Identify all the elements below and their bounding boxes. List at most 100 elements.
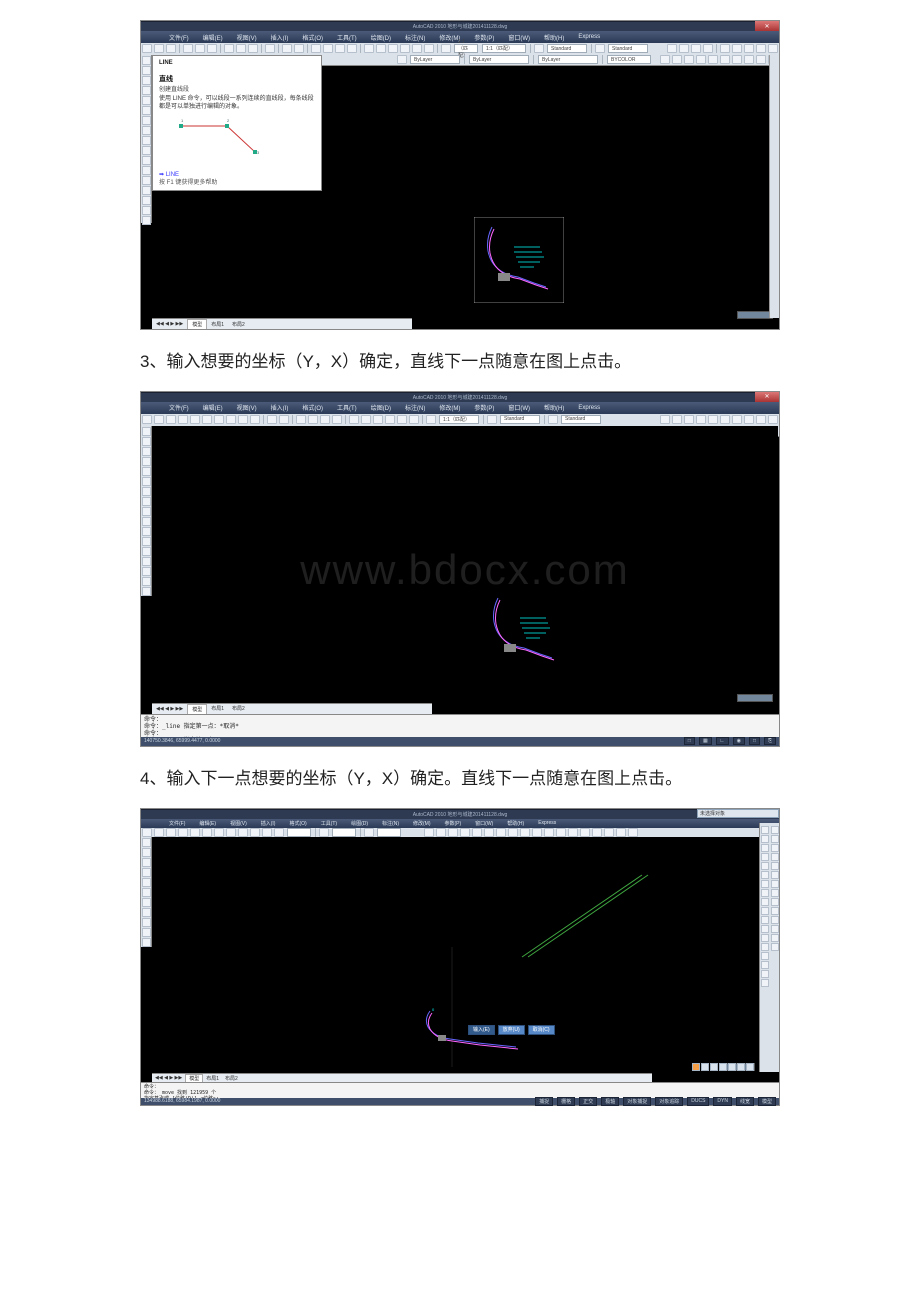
drawing-viewport[interactable]: 0 输入(E) 放弃(U) 取消(C) — [152, 837, 759, 1072]
ellipsearc-icon[interactable] — [142, 527, 151, 536]
tm8-icon[interactable] — [508, 828, 518, 837]
menu-item[interactable]: 格式(O) — [289, 820, 306, 827]
close-icon[interactable]: ✕ — [755, 392, 779, 402]
command-line-area[interactable]: 命令： 命令：_move 找到 121959 个 指定基点或 [位移(D)] <… — [141, 1082, 779, 1098]
menu-item[interactable]: 标注(N) — [382, 820, 399, 827]
tool-ssm-icon[interactable] — [385, 415, 395, 424]
tool-draw-b-icon[interactable] — [672, 55, 682, 64]
menu-item[interactable]: 文件(F) — [169, 33, 189, 42]
annoscale-drop[interactable]: 1:1（匹配） — [482, 44, 526, 53]
tool-redo-icon[interactable] — [294, 44, 304, 53]
tray-1-icon[interactable] — [701, 1063, 709, 1071]
tool-markup-icon[interactable] — [412, 44, 422, 53]
scrollbar-vertical[interactable] — [769, 55, 779, 318]
mw4-icon[interactable] — [771, 853, 779, 861]
status-polar-icon[interactable]: ◉ — [733, 737, 745, 745]
tool-help-icon[interactable] — [441, 44, 451, 53]
mv11-icon[interactable] — [761, 916, 769, 924]
spline-icon[interactable] — [142, 507, 151, 516]
tm6-icon[interactable] — [484, 828, 494, 837]
mw2-icon[interactable] — [771, 835, 779, 843]
tm15-icon[interactable] — [592, 828, 602, 837]
menu-item[interactable]: 参数(P) — [445, 820, 462, 827]
ellipse-icon[interactable] — [142, 146, 151, 155]
mw12-icon[interactable] — [771, 925, 779, 933]
menu-item[interactable]: 绘图(D) — [351, 820, 368, 827]
tool-open-icon[interactable] — [154, 415, 164, 424]
insertblock-icon[interactable] — [142, 166, 151, 175]
tool-m3-icon[interactable] — [684, 415, 694, 424]
region-icon[interactable] — [142, 938, 151, 947]
mv16-icon[interactable] — [761, 961, 769, 969]
status-osnap[interactable]: 对象捕捉 — [623, 1097, 651, 1106]
tray-2-icon[interactable] — [710, 1063, 718, 1071]
spline-icon[interactable] — [142, 898, 151, 907]
tab-layout2[interactable]: 布局2 — [228, 319, 249, 329]
lineweight-drop[interactable]: ByLayer — [538, 55, 598, 64]
constructline-icon[interactable] — [142, 66, 151, 75]
menu-item[interactable]: 工具(T) — [321, 820, 337, 827]
color-drop[interactable]: ByLayer — [410, 55, 460, 64]
tm3-icon[interactable] — [448, 828, 458, 837]
tool-mod-6-icon[interactable] — [732, 44, 742, 53]
revcloud-icon[interactable] — [142, 126, 151, 135]
scale-drop[interactable]: 1:1（匹配） — [454, 44, 478, 53]
rect-icon[interactable] — [142, 868, 151, 877]
tab-layout2[interactable]: 布局2 — [228, 704, 249, 714]
menu-item[interactable]: 修改(M) — [413, 820, 431, 827]
menu-item[interactable]: 格式(O) — [302, 33, 323, 42]
tab-nav-icon[interactable]: ◀◀ ◀ ▶ ▶▶ — [152, 704, 187, 714]
tool-mod-9-icon[interactable] — [768, 44, 778, 53]
tm4-icon[interactable] — [460, 828, 470, 837]
tool-draw-g-icon[interactable] — [732, 55, 742, 64]
tab-model[interactable]: 模型 — [187, 319, 207, 329]
menu-item[interactable]: 视图(V) — [237, 403, 257, 412]
mv2-icon[interactable] — [761, 835, 769, 843]
status-lwt[interactable]: 线宽 — [736, 1097, 754, 1106]
menu-item[interactable]: 文件(F) — [169, 820, 185, 827]
mv9-icon[interactable] — [761, 898, 769, 906]
mv7-icon[interactable] — [761, 880, 769, 888]
tool-match-icon[interactable] — [265, 44, 275, 53]
menu-item[interactable]: 标注(N) — [405, 403, 425, 412]
arc-icon[interactable] — [142, 106, 151, 115]
rectangle-icon[interactable] — [142, 96, 151, 105]
tool-preview-icon[interactable] — [195, 44, 205, 53]
mw13-icon[interactable] — [771, 934, 779, 942]
drawing-viewport[interactable]: www.bdocx.com — [152, 426, 778, 702]
tool-publish-icon[interactable] — [207, 44, 217, 53]
tool-mark-icon[interactable] — [397, 415, 407, 424]
mw7-icon[interactable] — [771, 880, 779, 888]
status-model[interactable]: 模型 — [758, 1097, 776, 1106]
menu-item[interactable]: 窗口(W) — [508, 33, 530, 42]
menu-item[interactable]: 插入(I) — [261, 820, 276, 827]
tool-draw-d-icon[interactable] — [696, 55, 706, 64]
menu-item[interactable]: 工具(T) — [337, 33, 357, 42]
tool-undo-icon[interactable] — [282, 44, 292, 53]
menu-item[interactable]: 参数(P) — [474, 403, 494, 412]
dimstyle-drop[interactable]: Standard — [547, 44, 587, 53]
tool-new-icon[interactable] — [142, 44, 152, 53]
text-icon[interactable] — [142, 928, 151, 937]
tray-4-icon[interactable] — [728, 1063, 736, 1071]
style-drop[interactable] — [332, 828, 356, 837]
ellipse-icon[interactable] — [142, 517, 151, 526]
tool-draw-e-icon[interactable] — [708, 55, 718, 64]
tm13-icon[interactable] — [568, 828, 578, 837]
hatch-icon[interactable] — [142, 567, 151, 576]
tm2-icon[interactable] — [436, 828, 446, 837]
constructline-icon[interactable] — [142, 437, 151, 446]
rectangle-icon[interactable] — [142, 467, 151, 476]
mv4-icon[interactable] — [761, 853, 769, 861]
tool-mod-3-icon[interactable] — [691, 44, 701, 53]
viewcube-widget[interactable] — [737, 694, 773, 702]
tool-m5-icon[interactable] — [708, 415, 718, 424]
tool-save-icon[interactable] — [166, 828, 176, 837]
menu-item[interactable]: 窗口(W) — [475, 820, 493, 827]
menu-item[interactable]: 工具(T) — [337, 403, 357, 412]
tool-paste-icon[interactable] — [214, 828, 224, 837]
scale-drop[interactable] — [287, 828, 311, 837]
context-menu-item[interactable]: 取消(C) — [528, 1025, 555, 1035]
tool-mod-4-icon[interactable] — [703, 44, 713, 53]
point-icon[interactable] — [142, 557, 151, 566]
